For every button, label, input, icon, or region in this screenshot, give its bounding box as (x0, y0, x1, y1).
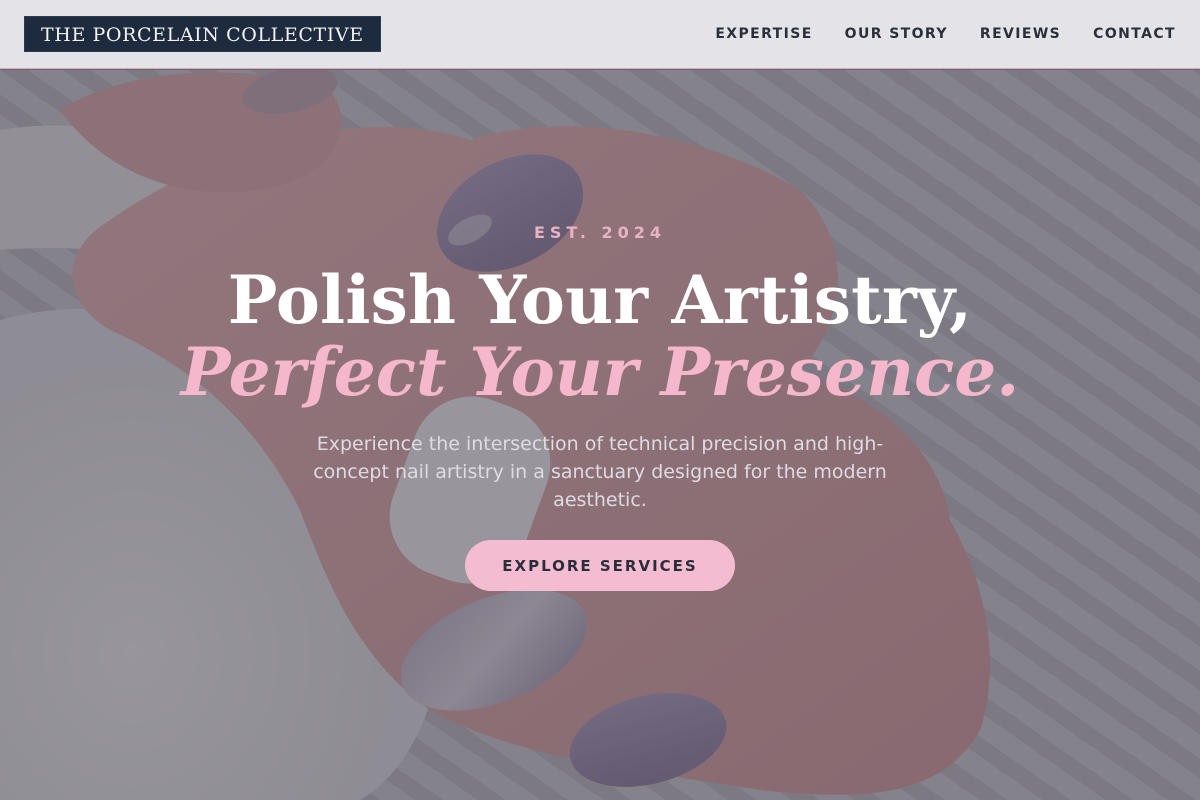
established-tagline: EST. 2024 (533, 223, 667, 242)
nav-link-our-story[interactable]: OUR STORY (845, 26, 948, 42)
nav-link-contact[interactable]: CONTACT (1093, 26, 1176, 42)
hero-content: EST. 2024 Polish Your Artistry, Perfect … (0, 70, 1200, 800)
hero-section: EST. 2024 Polish Your Artistry, Perfect … (0, 70, 1200, 800)
hero-headline-line-1: Polish Your Artistry, (227, 261, 973, 339)
main-nav: EXPERTISE OUR STORY REVIEWS CONTACT (715, 26, 1176, 42)
site-header: THE PORCELAIN COLLECTIVE EXPERTISE OUR S… (0, 0, 1200, 69)
nav-link-reviews[interactable]: REVIEWS (980, 26, 1061, 42)
explore-services-button[interactable]: EXPLORE SERVICES (465, 540, 735, 591)
brand-logo[interactable]: THE PORCELAIN COLLECTIVE (24, 16, 381, 52)
hero-description: Experience the intersection of technical… (313, 433, 887, 511)
nav-link-expertise[interactable]: EXPERTISE (715, 26, 812, 42)
hero-headline-line-2: Perfect Your Presence. (180, 333, 1020, 411)
